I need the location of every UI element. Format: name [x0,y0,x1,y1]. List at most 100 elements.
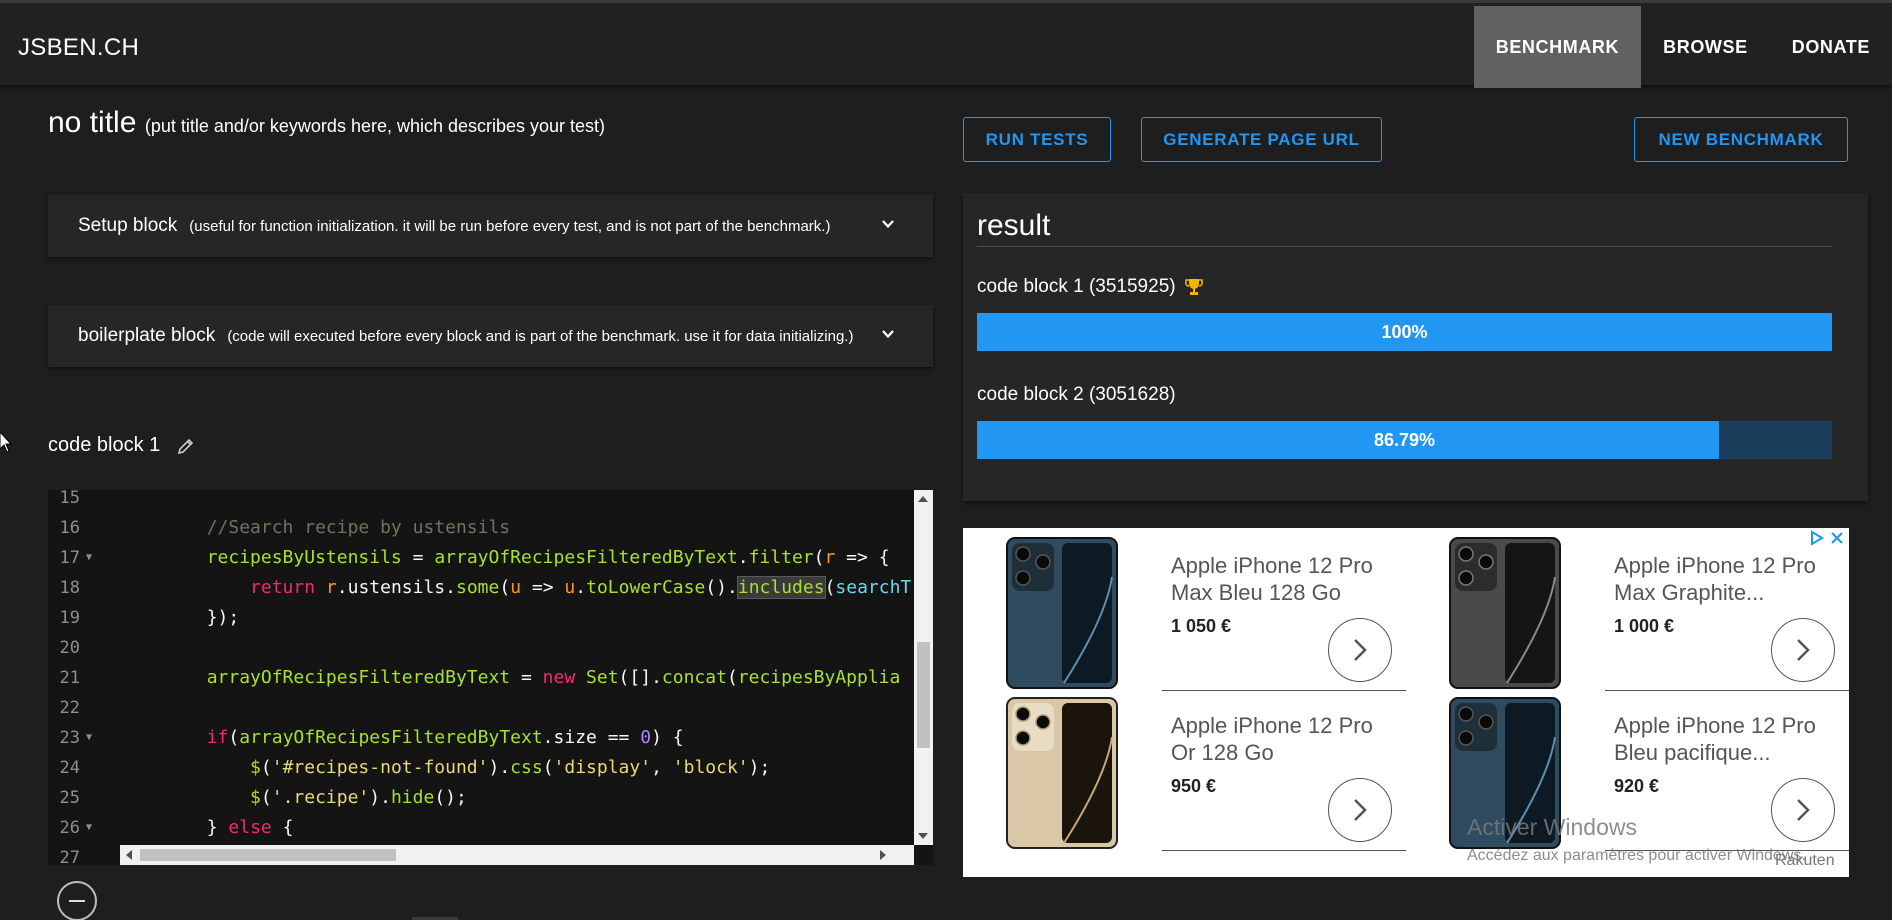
ad-product-card[interactable]: Apple iPhone 12 Pro Max Graphite... 1 00… [1406,532,1849,692]
phone-image[interactable] [1449,697,1561,849]
chevron-right-icon [1354,639,1367,661]
mouse-cursor-icon [0,432,12,453]
fold-toggle-icon[interactable]: ▼ [86,723,96,753]
setup-block-desc: (useful for function initialization. it … [189,217,831,235]
nav-browse[interactable]: BROWSE [1641,6,1770,88]
result-bar-percent: 100% [1381,322,1428,342]
chevron-down-icon[interactable] [881,327,895,341]
code-editor[interactable]: 15 16 17 ▼ 18 19 20 21 22 23 ▼ 24 25 26 … [48,490,933,865]
phone-image[interactable] [1006,697,1118,849]
ad-sponsor: Rakuten [1775,852,1835,869]
product-arrow-button[interactable] [1328,618,1392,682]
product-name[interactable]: Apple iPhone 12 Pro Max Bleu 128 Go [1171,552,1391,606]
advertisement-panel[interactable]: Apple iPhone 12 Pro Max Bleu 128 Go 1 05… [963,528,1849,877]
new-benchmark-button[interactable]: NEW BENCHMARK [1634,117,1848,162]
product-price: 920 € [1614,776,1660,796]
benchmark-title[interactable]: no title (put title and/or keywords here… [48,106,605,140]
result-label-text: code block 2 (3051628) [977,384,1176,405]
setup-block-panel[interactable]: Setup block (useful for function initial… [48,195,933,257]
result-panel: result code block 1 (3515925) 100% code … [963,193,1868,501]
code-line: arrayOfRecipesFilteredByText = new Set([… [206,667,901,688]
chevron-right-icon [1797,639,1810,661]
chevron-right-icon [1354,799,1367,821]
result-title: result [977,209,1051,242]
code-line: if(arrayOfRecipesFilteredByText.size == … [206,727,684,748]
chevron-down-icon[interactable] [881,217,895,231]
line-number: 15 [59,490,80,508]
scrollbar-thumb[interactable] [917,642,930,748]
product-price: 1 050 € [1171,616,1232,636]
code-line: return r.ustensils.some(u => u.toLowerCa… [250,576,912,599]
setup-block-name: Setup block [78,215,178,236]
code-line: $('#recipes-not-found').css('display', '… [250,757,771,778]
divider [1605,850,1849,851]
minus-icon [69,900,85,902]
nav-benchmark[interactable]: BENCHMARK [1473,6,1642,88]
product-name[interactable]: Apple iPhone 12 Pro Bleu pacifique... [1614,712,1834,766]
product-arrow-button[interactable] [1771,618,1835,682]
boilerplate-block-desc: (code will executed before every block a… [227,327,854,345]
product-price: 950 € [1171,776,1217,796]
result-bar-1: 100% [977,313,1832,351]
line-number: 18 [59,578,80,598]
pencil-icon[interactable] [176,436,196,456]
boilerplate-block-panel[interactable]: boilerplate block (code will executed be… [48,305,933,367]
phone-image[interactable] [1449,537,1561,689]
divider [977,246,1832,247]
brand-logo[interactable]: JSBEN.CH [18,34,139,62]
divider [1605,690,1849,691]
result-bar-2: 86.79% [977,421,1832,459]
line-number: 26 [59,818,80,838]
code-block-label: code block 1 [48,434,161,456]
ad-product-card[interactable]: Apple iPhone 12 Pro Max Bleu 128 Go 1 05… [963,532,1406,692]
line-number: 23 [59,728,80,748]
line-number: 17 [59,548,80,568]
scroll-up-arrow-icon[interactable] [918,496,928,502]
title-hint: (put title and/or keywords here, which d… [144,116,606,136]
line-number: 20 [59,638,80,658]
line-number: 19 [59,608,80,628]
code-line: recipesByUstensils = arrayOfRecipesFilte… [206,547,890,568]
line-number: 25 [59,788,80,808]
main-nav: BENCHMARK BROWSE DONATE [1473,6,1892,88]
result-label-text: code block 1 (3515925) [977,276,1176,297]
ad-product-card[interactable]: Apple iPhone 12 Pro Or 128 Go 950 € [963,692,1406,852]
line-number: 24 [59,758,80,778]
code-line: }); [206,607,240,628]
code-line: //Search recipe by ustensils [206,517,511,538]
product-arrow-button[interactable] [1328,778,1392,842]
code-line: $('.recipe').hide(); [250,787,467,808]
ad-product-card[interactable]: Apple iPhone 12 Pro Bleu pacifique... 92… [1406,692,1849,852]
scroll-left-arrow-icon[interactable] [126,850,132,860]
remove-code-block-button[interactable] [57,881,97,920]
phone-image[interactable] [1006,537,1118,689]
product-name[interactable]: Apple iPhone 12 Pro Max Graphite... [1614,552,1834,606]
fold-toggle-icon[interactable]: ▼ [86,543,96,573]
boilerplate-block-name: boilerplate block [78,325,216,346]
code-line: } else { [206,817,294,838]
line-number: 27 [59,848,80,865]
top-navigation-bar: JSBEN.CH BENCHMARK BROWSE DONATE [0,0,1892,88]
editor-horizontal-scrollbar[interactable] [120,845,914,865]
nav-donate[interactable]: DONATE [1770,6,1892,88]
result-label-1: code block 1 (3515925) [977,276,1204,298]
line-number: 21 [59,668,80,688]
title-text[interactable]: no title [48,106,136,139]
editor-vertical-scrollbar[interactable] [914,490,933,845]
line-number: 16 [59,518,80,538]
chevron-right-icon [1797,799,1810,821]
line-number: 22 [59,698,80,718]
scroll-right-arrow-icon[interactable] [880,850,886,860]
product-arrow-button[interactable] [1771,778,1835,842]
generate-page-url-button[interactable]: GENERATE PAGE URL [1141,117,1382,162]
scroll-down-arrow-icon[interactable] [918,833,928,839]
product-name[interactable]: Apple iPhone 12 Pro Or 128 Go [1171,712,1391,766]
scrollbar-thumb[interactable] [140,849,396,861]
code-block-header: code block 1 [48,434,196,457]
run-tests-button[interactable]: RUN TESTS [963,117,1111,162]
fold-toggle-icon[interactable]: ▼ [86,813,96,843]
editor-gutter: 15 16 17 ▼ 18 19 20 21 22 23 ▼ 24 25 26 … [48,490,120,865]
product-price: 1 000 € [1614,616,1675,636]
divider [1162,690,1406,691]
code-text-area[interactable]: //Search recipe by ustensils recipesByUs… [120,490,914,845]
